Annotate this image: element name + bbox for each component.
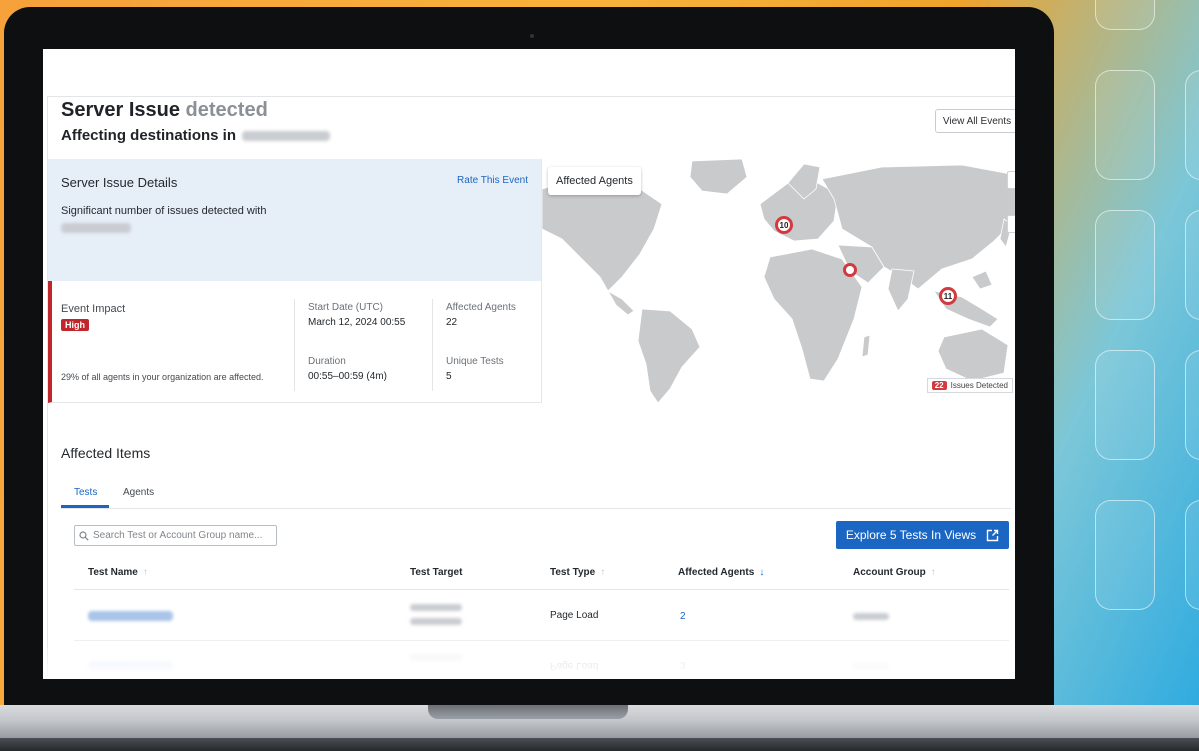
frame-border	[47, 96, 1015, 97]
redacted-destination	[242, 130, 331, 141]
event-impact-label: Event Impact	[61, 303, 126, 315]
camera	[530, 34, 534, 38]
affected-items-title: Affected Items	[61, 445, 151, 461]
fade-overlay	[43, 647, 1015, 679]
divider	[294, 299, 295, 391]
sort-up-icon: ↑	[600, 567, 606, 578]
rate-event-link[interactable]: Rate This Event	[457, 175, 528, 186]
map-marker-southeast-asia[interactable]: 11	[939, 287, 957, 305]
impact-note: 29% of all agents in your organization a…	[61, 372, 264, 382]
column-label: Test Target	[410, 567, 463, 578]
zoom-in-button[interactable]	[1007, 171, 1015, 189]
test-type-cell: Page Load	[550, 610, 599, 621]
background-tile	[1095, 350, 1155, 460]
issues-count: 22	[931, 381, 947, 390]
column-test-type[interactable]: Test Type ↑	[550, 567, 605, 578]
external-link-icon	[986, 529, 999, 541]
title-muted: detected	[185, 99, 268, 121]
world-map-landmass	[542, 159, 1015, 403]
column-label: Test Name	[88, 567, 138, 578]
affected-agents-value: 22	[446, 317, 458, 328]
column-label: Account Group	[853, 567, 926, 578]
details-panel: Server Issue Details Rate This Event Sig…	[48, 159, 541, 281]
column-test-target[interactable]: Test Target	[410, 567, 462, 578]
redacted-test-target	[410, 604, 462, 611]
screen: Server Issue detected Affecting destinat…	[43, 49, 1015, 679]
search-icon	[79, 530, 89, 541]
affected-agents-cell[interactable]: 2	[680, 611, 686, 622]
laptop-notch	[428, 705, 628, 719]
impact-badge: High	[61, 319, 89, 331]
tab-agents[interactable]: Agents	[123, 487, 154, 498]
details-title: Server Issue Details	[61, 175, 178, 190]
explore-tests-button[interactable]: Explore 5 Tests In Views	[836, 521, 1009, 549]
sort-down-icon: ↓	[759, 567, 765, 578]
title-main: Server Issue	[61, 99, 180, 121]
view-all-events-button[interactable]: View All Events	[935, 109, 1015, 133]
affected-agents-label: Affected Agents	[446, 302, 516, 313]
background-tile	[1095, 70, 1155, 180]
laptop-base-edge	[0, 738, 1199, 751]
redacted-account-group	[853, 613, 889, 620]
page-subtitle: Affecting destinations in	[61, 127, 331, 144]
background-tile	[1185, 70, 1199, 180]
tab-tests[interactable]: Tests	[74, 487, 97, 498]
background-tile	[1185, 210, 1199, 320]
world-map[interactable]: Affected Agents 10 11 22 Issues Detected	[541, 159, 1015, 403]
sort-up-icon: ↑	[142, 567, 148, 578]
zoom-out-button[interactable]	[1007, 215, 1015, 233]
background-tile	[1095, 500, 1155, 610]
divider	[432, 299, 433, 391]
column-affected-agents[interactable]: Affected Agents ↓	[678, 567, 764, 578]
active-tab-indicator	[61, 505, 109, 508]
unique-tests-label: Unique Tests	[446, 356, 504, 367]
start-date-value: March 12, 2024 00:55	[308, 317, 406, 328]
redacted-test-name[interactable]	[88, 611, 173, 621]
map-marker-europe[interactable]: 10	[775, 216, 793, 234]
background-tile	[1095, 0, 1155, 30]
search-box[interactable]	[74, 525, 277, 546]
unique-tests-value: 5	[446, 371, 452, 382]
column-label: Affected Agents	[678, 567, 755, 578]
issues-detected-legend: 22 Issues Detected	[926, 378, 1013, 393]
column-account-group[interactable]: Account Group ↑	[853, 567, 936, 578]
table-header-divider	[74, 589, 1009, 590]
search-input[interactable]	[93, 530, 273, 541]
impact-panel: Event Impact High 29% of all agents in y…	[48, 281, 541, 403]
page-title: Server Issue detected	[61, 99, 268, 122]
column-label: Test Type	[550, 567, 596, 578]
column-test-name[interactable]: Test Name ↑	[88, 567, 148, 578]
background-tile	[1095, 210, 1155, 320]
duration-value: 00:55–00:59 (4m)	[308, 371, 387, 382]
table-row-divider	[74, 640, 1009, 641]
redacted-domain	[61, 223, 131, 233]
map-marker-middle-east[interactable]	[843, 263, 857, 277]
start-date-label: Start Date (UTC)	[308, 302, 384, 313]
affected-items-tabs: Tests Agents	[61, 485, 1011, 509]
details-description: Significant number of issues detected wi…	[61, 205, 267, 217]
background-tile	[1185, 500, 1199, 610]
affected-agents-map-label: Affected Agents	[548, 167, 641, 195]
duration-label: Duration	[308, 356, 346, 367]
issues-label: Issues Detected	[950, 381, 1008, 390]
subtitle-text: Affecting destinations in	[61, 127, 237, 144]
redacted-test-target	[410, 618, 462, 625]
background-tile	[1185, 350, 1199, 460]
explore-tests-label: Explore 5 Tests In Views	[845, 528, 977, 542]
sort-up-icon: ↑	[930, 567, 936, 578]
